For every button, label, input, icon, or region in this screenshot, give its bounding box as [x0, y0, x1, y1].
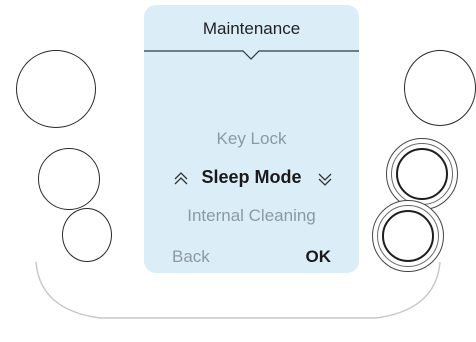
printer-control-panel: Maintenance Key Lock Sleep Mode Internal…: [0, 0, 476, 342]
left-bottom-button[interactable]: [62, 208, 112, 262]
right-up-dial-button[interactable]: [386, 138, 458, 210]
lcd-screen: Maintenance Key Lock Sleep Mode Internal…: [144, 5, 359, 273]
right-top-button[interactable]: [404, 50, 476, 126]
menu-item-key-lock[interactable]: Key Lock: [144, 129, 359, 149]
softkey-ok[interactable]: OK: [306, 247, 332, 267]
title-divider: [144, 50, 359, 60]
menu-item-sleep-mode-selected[interactable]: Sleep Mode: [144, 165, 359, 191]
softkey-back[interactable]: Back: [172, 247, 210, 267]
left-top-button[interactable]: [16, 50, 96, 128]
left-middle-button[interactable]: [38, 148, 100, 210]
menu-item-internal-cleaning[interactable]: Internal Cleaning: [144, 206, 359, 226]
double-chevron-down-icon: [318, 173, 332, 186]
right-ok-dial-button[interactable]: [372, 200, 444, 272]
